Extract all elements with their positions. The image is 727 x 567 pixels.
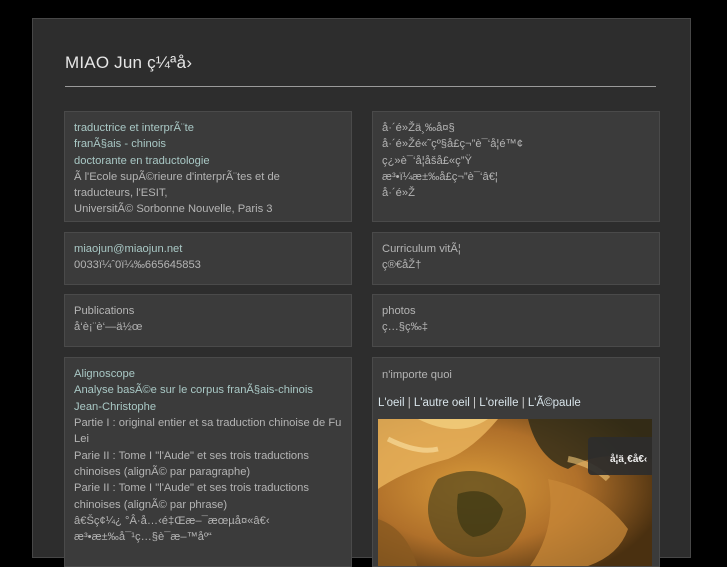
alignoscope-title[interactable]: Alignoscope	[74, 366, 342, 382]
zh-profile-line-3: ç¿»è¯‘å­¦åšå£«ç”Ÿ	[382, 154, 472, 167]
phone-number: 0033ï¼ˆ0ï¼‰665645853	[74, 259, 201, 272]
chinese-profile-card: å·´é»Žä¸‰å¤§ å·´é»Žé«˜çº§å£ç¬”è¯‘å­¦é™¢ …	[372, 111, 660, 222]
page-frame: MIAO Jun ç¼ªå› traductrice et interprÃ¨t…	[32, 18, 691, 567]
zh-profile-line-5: å·´é»Ž	[382, 187, 415, 200]
link-separator: |	[473, 397, 477, 409]
link-separator: |	[521, 397, 525, 409]
profile-card: traductrice et interprÃ¨te franÃ§ais - c…	[64, 111, 352, 222]
photo-caption: å¦ä¸€å€‹	[588, 437, 652, 475]
link-epaule[interactable]: L'Ã©paule	[528, 397, 581, 409]
link-separator: |	[407, 397, 411, 409]
zh-profile-line-1: å·´é»Žä¸‰å¤§	[382, 122, 455, 134]
profile-line-1: traductrice et interprÃ¨te	[74, 122, 195, 134]
link-autre-oeil[interactable]: L'autre oeil	[414, 397, 470, 409]
alignoscope-zh-line-2: æ³•æ±‰å¯¹ç…§è¯­æ–™åº“	[74, 531, 212, 544]
profile-line-4: Ã l'Ecole supÃ©rieure d'interprÃ¨tes et …	[74, 170, 280, 183]
misc-title: n'importe quoi	[382, 369, 452, 381]
cv-link-zh[interactable]: ç®€åŽ†	[382, 257, 650, 273]
zh-profile-line-4: æ³•ï¼æ±‰å£ç¬”è¯‘â€¦	[382, 170, 498, 183]
link-oreille[interactable]: L'oreille	[479, 397, 518, 409]
alignoscope-zh-line-1: â€Šç¢¼¿ °Â·å…‹é‡Œæ–¯æœµå¤«â€‹	[74, 515, 270, 528]
title-divider	[65, 86, 656, 87]
photos-card[interactable]: photos ç…§ç‰‡	[372, 294, 660, 347]
link-oeil[interactable]: L'oeil	[378, 397, 405, 409]
profile-line-3: doctorante en traductologie	[74, 154, 210, 167]
contact-card: miaojun@miaojun.net 0033ï¼ˆ0ï¼‰665645853	[64, 232, 352, 285]
photos-link-zh[interactable]: ç…§ç‰‡	[382, 319, 650, 335]
publications-card[interactable]: Publications å‘è¡¨è‘—ä½œ	[64, 294, 352, 347]
cv-card[interactable]: Curriculum vitÃ¦ ç®€åŽ†	[372, 232, 660, 285]
alignoscope-part-1-link[interactable]: Partie I : original entier et sa traduct…	[74, 415, 346, 448]
misc-card: n'importe quoi L'oeil | L'autre oeil | L…	[372, 357, 660, 567]
photos-link[interactable]: photos	[382, 303, 650, 319]
alignoscope-author: Jean-Christophe	[74, 400, 157, 413]
misc-link-list: L'oeil | L'autre oeil | L'oreille | L'Ã©…	[378, 397, 581, 409]
cv-link[interactable]: Curriculum vitÃ¦	[382, 241, 650, 257]
publications-link[interactable]: Publications	[74, 303, 342, 319]
profile-line-2: franÃ§ais - chinois	[74, 138, 167, 151]
alignoscope-part-2a-link[interactable]: Parie II : Tome I "l'Aude" et ses trois …	[74, 448, 346, 481]
alignoscope-subtitle: Analyse basÃ©e sur le corpus franÃ§ais-c…	[74, 384, 313, 397]
publications-link-zh[interactable]: å‘è¡¨è‘—ä½œ	[74, 319, 342, 335]
alignoscope-card: Alignoscope Analyse basÃ©e sur le corpus…	[64, 357, 352, 567]
profile-line-5: traducteurs, l'ESIT,	[74, 187, 168, 200]
alignoscope-part-2b-link[interactable]: Parie II : Tome I "l'Aude" et ses trois …	[74, 480, 346, 513]
email-link[interactable]: miaojun@miaojun.net	[74, 241, 342, 257]
profile-line-6: UniversitÃ© Sorbonne Nouvelle, Paris 3	[74, 203, 273, 216]
site-title: MIAO Jun ç¼ªå›	[65, 53, 193, 72]
zh-profile-line-2: å·´é»Žé«˜çº§å£ç¬”è¯‘å­¦é™¢	[382, 138, 523, 151]
